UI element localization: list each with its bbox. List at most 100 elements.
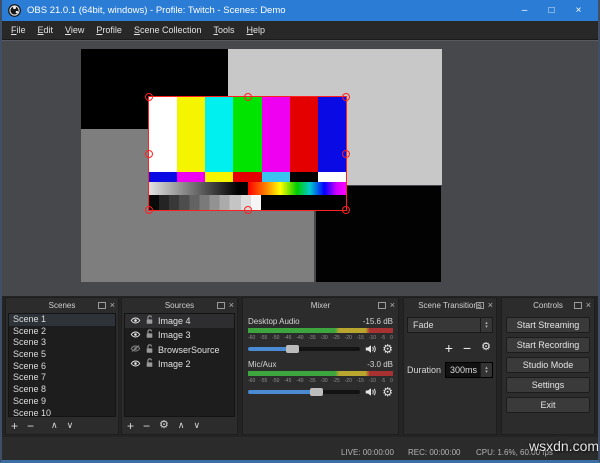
move-scene-up-button[interactable]: ∧ bbox=[51, 421, 58, 430]
dock-area: Scenes × Scene 1 Scene 2 Scene 3 Scene 5… bbox=[2, 296, 598, 437]
float-dock-icon[interactable] bbox=[574, 302, 582, 309]
remove-transition-button[interactable]: − bbox=[463, 341, 471, 355]
channel-settings-gear-icon[interactable]: ⚙ bbox=[382, 386, 393, 398]
live-time-status: LIVE: 00:00:00 bbox=[341, 448, 394, 457]
remove-scene-button[interactable]: − bbox=[27, 420, 34, 432]
source-list-item[interactable]: Image 4 bbox=[125, 314, 234, 328]
menu-item-file[interactable]: File bbox=[5, 23, 32, 37]
lock-icon[interactable] bbox=[145, 358, 154, 370]
scenes-panel: Scenes × Scene 1 Scene 2 Scene 3 Scene 5… bbox=[5, 297, 119, 435]
source-label: BrowserSource bbox=[158, 345, 220, 355]
scene-list-item[interactable]: Scene 2 bbox=[9, 326, 115, 338]
start-recording-button[interactable]: Start Recording bbox=[506, 337, 590, 353]
selection-handle-ne[interactable] bbox=[342, 93, 350, 101]
visibility-eye-off-icon[interactable] bbox=[130, 344, 141, 355]
move-source-up-button[interactable]: ∧ bbox=[178, 421, 185, 430]
transition-properties-gear-icon[interactable]: ⚙ bbox=[481, 342, 491, 353]
scene-list-item[interactable]: Scene 10 bbox=[9, 408, 115, 418]
close-dock-icon[interactable]: × bbox=[110, 301, 115, 310]
transition-selected-value: Fade bbox=[413, 320, 434, 330]
close-dock-icon[interactable]: × bbox=[229, 301, 234, 310]
visibility-eye-icon[interactable] bbox=[130, 359, 141, 370]
title-bar[interactable]: OBS 21.0.1 (64bit, windows) - Profile: T… bbox=[2, 0, 598, 21]
remove-source-button[interactable]: − bbox=[143, 420, 150, 432]
source-list-item[interactable]: BrowserSource bbox=[125, 343, 234, 357]
visibility-eye-icon[interactable] bbox=[130, 316, 141, 327]
transitions-panel-title: Scene Transitions bbox=[418, 301, 482, 310]
float-dock-icon[interactable] bbox=[378, 302, 386, 309]
volume-slider[interactable] bbox=[248, 347, 360, 351]
menu-item-view[interactable]: View bbox=[59, 23, 90, 37]
controls-panel-title: Controls bbox=[533, 301, 563, 310]
move-source-down-button[interactable]: ∨ bbox=[194, 421, 201, 430]
scene-list-item[interactable]: Scene 1 bbox=[9, 314, 115, 326]
spinbox-arrows-icon[interactable]: ▴▾ bbox=[480, 363, 492, 377]
float-dock-icon[interactable] bbox=[217, 302, 225, 309]
scene-list-item[interactable]: Scene 3 bbox=[9, 337, 115, 349]
duration-spinbox[interactable]: 300ms ▴▾ bbox=[445, 362, 493, 378]
slider-handle[interactable] bbox=[310, 388, 323, 396]
close-button[interactable]: × bbox=[565, 0, 592, 21]
studio-mode-button[interactable]: Studio Mode bbox=[506, 357, 590, 373]
transition-select[interactable]: Fade ▴▾ bbox=[407, 317, 493, 333]
mixer-panel-title: Mixer bbox=[311, 301, 331, 310]
selection-handle-e[interactable] bbox=[342, 150, 350, 158]
channel-level-db: -15.6 dB bbox=[363, 317, 393, 327]
selection-handle-sw[interactable] bbox=[145, 206, 153, 214]
add-scene-button[interactable]: + bbox=[11, 420, 18, 432]
speaker-icon[interactable] bbox=[365, 387, 377, 397]
visibility-eye-icon[interactable] bbox=[130, 330, 141, 341]
selection-handle-se[interactable] bbox=[342, 206, 350, 214]
maximize-button[interactable]: □ bbox=[538, 0, 565, 21]
menu-item-help[interactable]: Help bbox=[241, 23, 272, 37]
status-bar: LIVE: 00:00:00 REC: 00:00:00 CPU: 1.6%, … bbox=[2, 437, 598, 460]
start-streaming-button[interactable]: Start Streaming bbox=[506, 317, 590, 333]
add-transition-button[interactable]: + bbox=[445, 341, 453, 355]
speaker-icon[interactable] bbox=[365, 344, 377, 354]
lock-icon[interactable] bbox=[145, 315, 154, 327]
menu-item-edit[interactable]: Edit bbox=[32, 23, 60, 37]
combo-arrows-icon[interactable]: ▴▾ bbox=[480, 318, 492, 332]
settings-button[interactable]: Settings bbox=[506, 377, 590, 393]
volume-slider[interactable] bbox=[248, 390, 360, 394]
preview-canvas[interactable] bbox=[2, 40, 598, 296]
exit-button[interactable]: Exit bbox=[506, 397, 590, 413]
move-scene-down-button[interactable]: ∨ bbox=[67, 421, 74, 430]
source-list-item[interactable]: Image 3 bbox=[125, 328, 234, 342]
menu-item-scene-collection[interactable]: Scene Collection bbox=[128, 23, 208, 37]
source-list-item[interactable]: Image 2 bbox=[125, 357, 234, 371]
minimize-button[interactable]: – bbox=[511, 0, 538, 21]
watermark: wsxdn.com bbox=[529, 438, 599, 454]
volume-meter bbox=[248, 328, 393, 333]
close-dock-icon[interactable]: × bbox=[586, 301, 591, 310]
add-source-button[interactable]: + bbox=[127, 420, 134, 432]
float-dock-icon[interactable] bbox=[98, 302, 106, 309]
menu-item-profile[interactable]: Profile bbox=[90, 23, 128, 37]
slider-handle[interactable] bbox=[286, 345, 299, 353]
scenes-panel-title: Scenes bbox=[49, 301, 76, 310]
selection-handle-nw[interactable] bbox=[145, 93, 153, 101]
sources-panel-title: Sources bbox=[165, 301, 194, 310]
channel-settings-gear-icon[interactable]: ⚙ bbox=[382, 343, 393, 355]
source-properties-gear-icon[interactable]: ⚙ bbox=[159, 420, 169, 431]
float-dock-icon[interactable] bbox=[476, 302, 484, 309]
selection-handle-n[interactable] bbox=[244, 93, 252, 101]
scenes-list: Scene 1 Scene 2 Scene 3 Scene 5 Scene 6 … bbox=[8, 313, 116, 417]
selected-source-test-pattern[interactable] bbox=[148, 96, 347, 211]
obs-logo-icon bbox=[8, 4, 21, 17]
selection-handle-w[interactable] bbox=[145, 150, 153, 158]
scene-list-item[interactable]: Scene 9 bbox=[9, 396, 115, 408]
selection-handle-s[interactable] bbox=[244, 206, 252, 214]
menu-item-tools[interactable]: Tools bbox=[208, 23, 241, 37]
scene-list-item[interactable]: Scene 8 bbox=[9, 384, 115, 396]
lock-icon[interactable] bbox=[145, 344, 154, 356]
channel-level-db: -3.0 dB bbox=[367, 360, 393, 370]
close-dock-icon[interactable]: × bbox=[390, 301, 395, 310]
scene-list-item[interactable]: Scene 5 bbox=[9, 349, 115, 361]
close-dock-icon[interactable]: × bbox=[488, 301, 493, 310]
source-label: Image 2 bbox=[158, 359, 191, 369]
meter-scale: -60-55-50-45-40-35-30-25-20-15-10-50 bbox=[248, 377, 393, 384]
scene-list-item[interactable]: Scene 7 bbox=[9, 372, 115, 384]
scene-list-item[interactable]: Scene 6 bbox=[9, 361, 115, 373]
lock-icon[interactable] bbox=[145, 329, 154, 341]
